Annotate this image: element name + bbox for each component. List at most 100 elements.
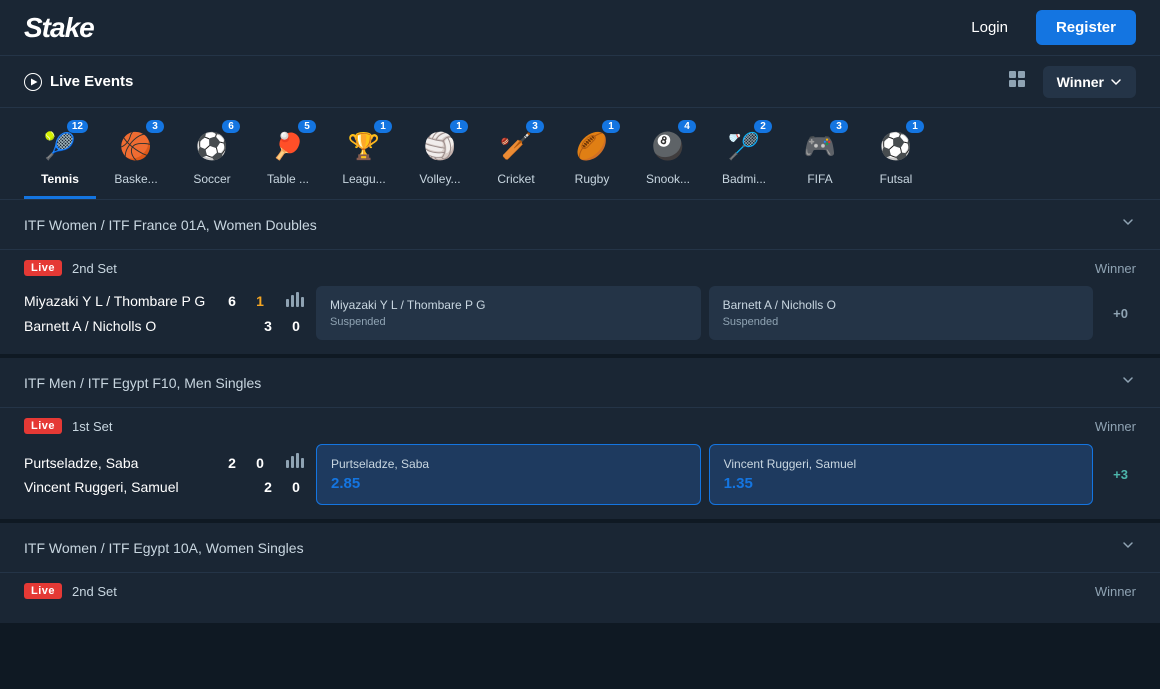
sport-item-league[interactable]: 🏆 1 Leagu... (328, 116, 400, 199)
team-name-0: Miyazaki Y L / Thombare P G (24, 293, 212, 309)
bet-button-1[interactable]: Vincent Ruggeri, Samuel 1.35 (709, 444, 1094, 505)
match-content: Miyazaki Y L / Thombare P G 6 1 (24, 286, 1136, 340)
sport-badge-table: 5 (298, 120, 316, 133)
bet-odds-0: 2.85 (331, 475, 686, 492)
sport-item-badminton[interactable]: 🏸 2 Badmi... (708, 116, 780, 199)
sport-emoji-volleyball: 🏐 (424, 131, 456, 162)
sport-emoji-soccer: ⚽ (196, 131, 228, 162)
chevron-icon-0 (1120, 214, 1136, 235)
sport-emoji-futsal: ⚽ (880, 131, 912, 162)
sport-icon-wrap: 🎮 3 (798, 124, 842, 168)
bet-suspended-0: Suspended (330, 316, 687, 328)
header-actions: Login Register (955, 10, 1136, 45)
bet-suspended-1: Suspended (723, 316, 1080, 328)
team-name-1: Vincent Ruggeri, Samuel (24, 479, 248, 495)
sport-item-basketball[interactable]: 🏀 3 Baske... (100, 116, 172, 199)
sport-icon-wrap: ⚽ 1 (874, 124, 918, 168)
more-bets-button[interactable]: +0 (1105, 306, 1136, 321)
match-group-header-0[interactable]: ITF Women / ITF France 01A, Women Double… (0, 200, 1160, 250)
sport-emoji-fifa: 🎮 (804, 131, 836, 162)
sport-item-volleyball[interactable]: 🏐 1 Volley... (404, 116, 476, 199)
main-content: ITF Women / ITF France 01A, Women Double… (0, 200, 1160, 623)
match-group-0: ITF Women / ITF France 01A, Women Double… (0, 200, 1160, 354)
sport-badge-fifa: 3 (830, 120, 848, 133)
sport-label-league: Leagu... (342, 172, 385, 186)
bet-team-name-0: Miyazaki Y L / Thombare P G (330, 298, 687, 312)
match-content: Purtseladze, Saba 2 0 (24, 444, 1136, 505)
bet-button-1[interactable]: Barnett A / Nicholls O Suspended (709, 286, 1094, 340)
sport-icon-wrap: 🏸 2 (722, 124, 766, 168)
bet-options: Purtseladze, Saba 2.85 Vincent Ruggeri, … (316, 444, 1093, 505)
sport-label-volleyball: Volley... (419, 172, 460, 186)
sport-badge-rugby: 1 (602, 120, 620, 133)
live-events-right: Winner (1007, 66, 1136, 98)
live-badge: Live (24, 260, 62, 276)
sport-item-soccer[interactable]: ⚽ 6 Soccer (176, 116, 248, 199)
match-meta: Live 2nd Set Winner (24, 583, 1136, 599)
winner-dropdown[interactable]: Winner (1043, 66, 1136, 98)
sport-icon-wrap: ⚽ 6 (190, 124, 234, 168)
winner-market-label: Winner (1095, 261, 1136, 276)
sport-label-cricket: Cricket (497, 172, 534, 186)
play-icon (24, 73, 42, 91)
sport-item-fifa[interactable]: 🎮 3 FIFA (784, 116, 856, 199)
sport-icon-wrap: 🏀 3 (114, 124, 158, 168)
stats-icon[interactable] (284, 289, 304, 314)
match-teams: Purtseladze, Saba 2 0 (24, 450, 304, 499)
sport-emoji-basketball: 🏀 (120, 131, 152, 162)
match-group-2: ITF Women / ITF Egypt 10A, Women Singles… (0, 523, 1160, 623)
sport-icon-wrap: 🏉 1 (570, 124, 614, 168)
sport-emoji-league: 🏆 (348, 131, 380, 162)
sport-item-table[interactable]: 🏓 5 Table ... (252, 116, 324, 199)
winner-market-label: Winner (1095, 584, 1136, 599)
sport-badge-futsal: 1 (906, 120, 924, 133)
match-group-1: ITF Men / ITF Egypt F10, Men Singles Liv… (0, 358, 1160, 519)
sports-nav: 🎾 12 Tennis 🏀 3 Baske... ⚽ 6 Soccer 🏓 5 … (0, 108, 1160, 200)
match-row-2-0: Live 2nd Set Winner (0, 573, 1160, 623)
chevron-icon-2 (1120, 537, 1136, 558)
sport-badge-cricket: 3 (526, 120, 544, 133)
match-group-header-2[interactable]: ITF Women / ITF Egypt 10A, Women Singles (0, 523, 1160, 573)
sport-item-rugby[interactable]: 🏉 1 Rugby (556, 116, 628, 199)
sport-item-futsal[interactable]: ⚽ 1 Futsal (860, 116, 932, 199)
match-group-title-1: ITF Men / ITF Egypt F10, Men Singles (24, 375, 261, 391)
sport-badge-volleyball: 1 (450, 120, 468, 133)
bet-team-name-1: Vincent Ruggeri, Samuel (724, 457, 1079, 471)
stats-icon[interactable] (284, 450, 304, 475)
bet-team-name-0: Purtseladze, Saba (331, 457, 686, 471)
team-score2-0: 0 (252, 455, 268, 471)
sport-label-badminton: Badmi... (722, 172, 766, 186)
live-events-bar: Live Events Winner (0, 56, 1160, 108)
sport-icon-wrap: 🏆 1 (342, 124, 386, 168)
sport-label-rugby: Rugby (575, 172, 610, 186)
live-badge: Live (24, 418, 62, 434)
sport-label-basketball: Baske... (114, 172, 157, 186)
match-row-1-0: Live 1st Set Winner Purtseladze, Saba 2 … (0, 408, 1160, 519)
bet-button-0[interactable]: Miyazaki Y L / Thombare P G Suspended (316, 286, 701, 340)
sport-label-soccer: Soccer (193, 172, 230, 186)
match-row-0-0: Live 2nd Set Winner Miyazaki Y L / Thomb… (0, 250, 1160, 354)
live-events-title: Live Events (50, 73, 133, 90)
sport-icon-wrap: 🏐 1 (418, 124, 462, 168)
more-bets-button[interactable]: +3 (1105, 467, 1136, 482)
chevron-icon-1 (1120, 372, 1136, 393)
team-score1-0: 2 (224, 455, 240, 471)
login-button[interactable]: Login (955, 11, 1024, 44)
match-meta: Live 2nd Set Winner (24, 260, 1136, 276)
match-group-header-1[interactable]: ITF Men / ITF Egypt F10, Men Singles (0, 358, 1160, 408)
sport-item-cricket[interactable]: 🏏 3 Cricket (480, 116, 552, 199)
team-row-0: Miyazaki Y L / Thombare P G 6 1 (24, 289, 304, 314)
register-button[interactable]: Register (1036, 10, 1136, 45)
sport-badge-basketball: 3 (146, 120, 164, 133)
team-row-0: Purtseladze, Saba 2 0 (24, 450, 304, 475)
sport-item-tennis[interactable]: 🎾 12 Tennis (24, 116, 96, 199)
grid-icon[interactable] (1007, 69, 1027, 94)
team-name-1: Barnett A / Nicholls O (24, 318, 248, 334)
bet-button-0[interactable]: Purtseladze, Saba 2.85 (316, 444, 701, 505)
bet-team-name-1: Barnett A / Nicholls O (723, 298, 1080, 312)
sport-item-snooker[interactable]: 🎱 4 Snook... (632, 116, 704, 199)
sport-emoji-table: 🏓 (272, 131, 304, 162)
match-period: 2nd Set (72, 261, 117, 276)
winner-market-label: Winner (1095, 419, 1136, 434)
sport-label-fifa: FIFA (807, 172, 832, 186)
